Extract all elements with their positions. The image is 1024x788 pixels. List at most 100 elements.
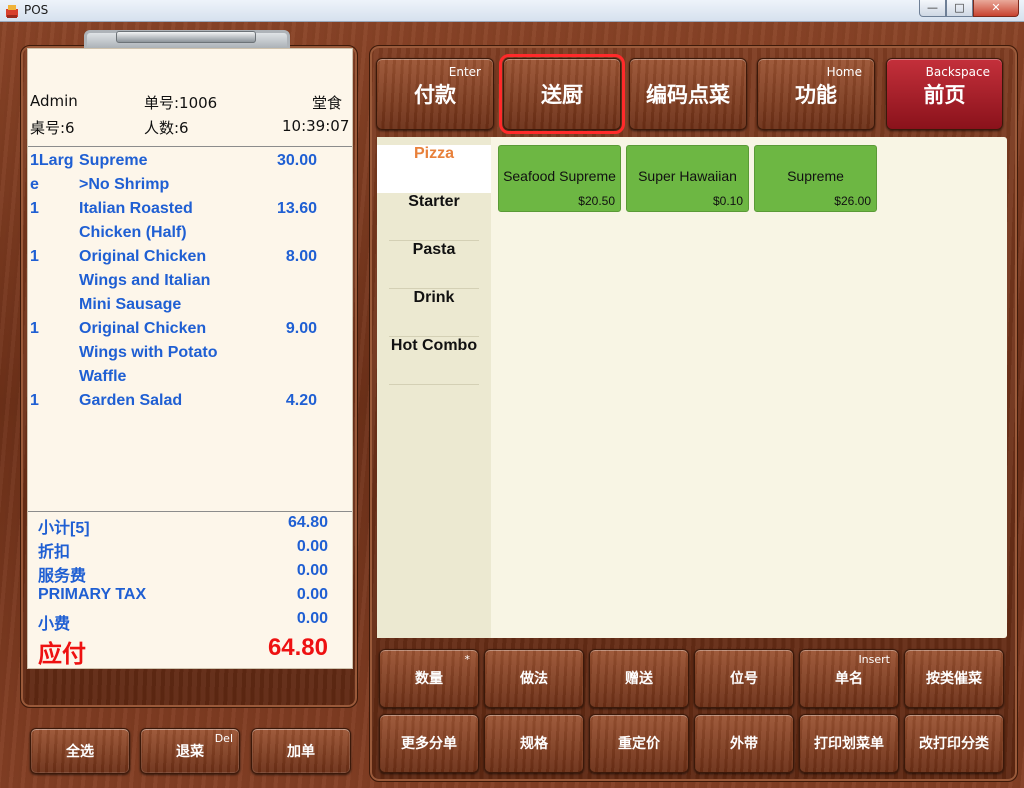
minimize-button[interactable]: — bbox=[919, 0, 946, 17]
product-tile[interactable]: Seafood Supreme $20.50 bbox=[498, 145, 621, 212]
reprice-label: 重定价 bbox=[618, 736, 660, 752]
clipboard-clip-bar bbox=[116, 31, 256, 43]
spec-button[interactable]: 规格 bbox=[484, 714, 584, 773]
maximize-button[interactable]: □ bbox=[946, 0, 973, 17]
product-price: $20.50 bbox=[578, 194, 615, 208]
gift-label: 赠送 bbox=[625, 671, 653, 687]
order-ticket: Admin 单号:1006 堂食 桌号:6 人数:6 10:39:07 1Lar… bbox=[27, 48, 353, 669]
pos-app-icon bbox=[6, 5, 18, 18]
product-tile[interactable]: Supreme $26.00 bbox=[754, 145, 877, 212]
item-name: Original Chicken Wings and Italian Mini … bbox=[79, 248, 211, 313]
product-tile[interactable]: Super Hawaiian $0.10 bbox=[626, 145, 749, 212]
home-hotkey: Backspace bbox=[925, 65, 990, 79]
amount-due-value: 64.80 bbox=[267, 634, 328, 661]
method-label: 做法 bbox=[520, 671, 548, 687]
quantity-hotkey: * bbox=[464, 653, 471, 666]
add-order-label: 加单 bbox=[287, 744, 315, 760]
item-name: Italian Roasted Chicken (Half) bbox=[79, 200, 193, 241]
item-qty: 1Larg e bbox=[30, 152, 74, 193]
product-price: $0.10 bbox=[712, 194, 743, 208]
product-price: $26.00 bbox=[834, 194, 871, 208]
service-label: 服务费 bbox=[38, 568, 87, 585]
product-name: Seafood Supreme bbox=[503, 168, 616, 184]
item-name-hotkey: Insert bbox=[858, 653, 890, 666]
code-order-button[interactable]: 编码点菜 bbox=[629, 58, 747, 130]
change-print-category-button[interactable]: 改打印分类 bbox=[904, 714, 1004, 773]
pay-button[interactable]: 付款 Enter bbox=[376, 58, 494, 130]
seat-button[interactable]: 位号 bbox=[694, 649, 794, 708]
subtotal-label: 小计[5] bbox=[38, 520, 90, 537]
more-split-button[interactable]: 更多分单 bbox=[379, 714, 479, 773]
gift-button[interactable]: 赠送 bbox=[589, 649, 689, 708]
tip-label: 小费 bbox=[38, 616, 71, 633]
category-starter[interactable]: Starter bbox=[389, 193, 479, 241]
home-page-label: 前页 bbox=[923, 83, 966, 107]
item-price: 30.00 bbox=[276, 152, 317, 169]
method-button[interactable]: 做法 bbox=[484, 649, 584, 708]
order-time: 10:39:07 bbox=[282, 117, 350, 135]
return-item-label: 退菜 bbox=[176, 744, 204, 760]
item-price: 8.00 bbox=[285, 248, 317, 265]
discount-row: 折扣 0.00 bbox=[38, 538, 328, 562]
reprice-button[interactable]: 重定价 bbox=[589, 714, 689, 773]
item-price: 4.20 bbox=[285, 392, 317, 409]
item-name-label: 单名 bbox=[835, 671, 863, 687]
category-pizza[interactable]: Pizza bbox=[377, 145, 491, 193]
tip-row: 小费 0.00 bbox=[38, 610, 328, 634]
item-name: Original Chicken Wings with Potato Waffl… bbox=[79, 320, 218, 385]
takeout-label: 外带 bbox=[730, 736, 758, 752]
window-title: POS bbox=[24, 3, 49, 17]
quantity-button[interactable]: 数量 * bbox=[379, 649, 479, 708]
add-order-button[interactable]: 加单 bbox=[251, 728, 351, 774]
category-drink[interactable]: Drink bbox=[389, 289, 479, 337]
guest-count: 人数:6 bbox=[144, 119, 189, 137]
menu-area: Pizza Starter Pasta Drink Hot Combo Seaf… bbox=[377, 137, 1007, 638]
more-split-label: 更多分单 bbox=[401, 736, 457, 752]
item-qty: 1 bbox=[30, 392, 39, 409]
functions-hotkey: Home bbox=[826, 65, 862, 79]
product-name: Super Hawaiian bbox=[638, 168, 737, 184]
order-number: 单号:1006 bbox=[144, 94, 218, 112]
item-qty: 1 bbox=[30, 320, 39, 337]
close-button[interactable]: ✕ bbox=[973, 0, 1019, 17]
takeout-button[interactable]: 外带 bbox=[694, 714, 794, 773]
category-pasta[interactable]: Pasta bbox=[389, 241, 479, 289]
pay-label: 付款 bbox=[414, 83, 456, 107]
subtotal-row: 小计[5] 64.80 bbox=[38, 514, 328, 538]
print-menu-label: 打印划菜单 bbox=[814, 736, 884, 752]
tax-row: PRIMARY TAX 0.00 bbox=[38, 586, 328, 604]
discount-label: 折扣 bbox=[38, 544, 71, 561]
return-hotkey: Del bbox=[214, 732, 233, 745]
category-hot-combo[interactable]: Hot Combo bbox=[389, 337, 479, 385]
subtotal-value: 64.80 bbox=[287, 514, 328, 531]
item-name-button[interactable]: 单名 Insert bbox=[799, 649, 899, 708]
pay-hotkey: Enter bbox=[448, 65, 481, 79]
item-qty: 1 bbox=[30, 200, 39, 217]
quantity-label: 数量 bbox=[415, 671, 443, 687]
tax-label: PRIMARY TAX bbox=[38, 586, 147, 603]
order-totals: 小计[5] 64.80 折扣 0.00 服务费 0.00 PRIMARY TAX… bbox=[28, 511, 352, 670]
item-qty: 1 bbox=[30, 248, 39, 265]
return-item-button[interactable]: 退菜 Del bbox=[140, 728, 240, 774]
service-row: 服务费 0.00 bbox=[38, 562, 328, 586]
seat-label: 位号 bbox=[730, 671, 758, 687]
rush-by-category-button[interactable]: 按类催菜 bbox=[904, 649, 1004, 708]
functions-label: 功能 bbox=[795, 83, 837, 107]
discount-value: 0.00 bbox=[296, 538, 328, 555]
send-kitchen-button[interactable]: 送厨 bbox=[499, 54, 625, 134]
product-name: Supreme bbox=[787, 168, 844, 184]
functions-button[interactable]: 功能 Home bbox=[757, 58, 875, 130]
order-header: Admin 单号:1006 堂食 桌号:6 人数:6 10:39:07 bbox=[28, 49, 352, 147]
print-menu-button[interactable]: 打印划菜单 bbox=[799, 714, 899, 773]
table-number: 桌号:6 bbox=[30, 119, 75, 137]
item-name: Garden Salad bbox=[79, 392, 183, 409]
item-price: 13.60 bbox=[276, 200, 317, 217]
dine-type: 堂食 bbox=[312, 94, 343, 112]
window-titlebar: POS — □ ✕ bbox=[0, 0, 1024, 22]
spec-label: 规格 bbox=[520, 736, 548, 752]
home-page-button[interactable]: 前页 Backspace bbox=[886, 58, 1003, 130]
amount-due-label: 应付 bbox=[38, 641, 86, 668]
change-print-category-label: 改打印分类 bbox=[919, 736, 989, 752]
select-all-button[interactable]: 全选 bbox=[30, 728, 130, 774]
item-price: 9.00 bbox=[285, 320, 317, 337]
